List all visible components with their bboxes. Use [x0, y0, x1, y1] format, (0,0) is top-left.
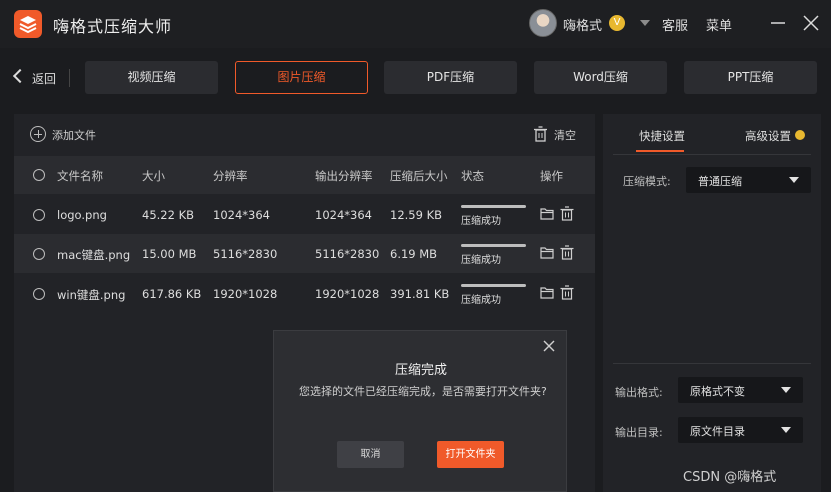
delete-icon[interactable] [560, 245, 574, 260]
watermark: CSDN @嗨格式 [683, 470, 777, 485]
avatar[interactable] [529, 9, 557, 37]
table-row[interactable]: logo.png 45.22 KB 1024*364 1024*364 12.5… [14, 195, 595, 234]
table-row[interactable]: win键盘.png 617.86 KB 1920*1028 1920*1028 … [14, 274, 595, 313]
row-radio[interactable] [33, 209, 45, 221]
file-name: win键盘.png [57, 288, 126, 302]
menu-link[interactable]: 菜单 [706, 15, 732, 34]
folder-icon[interactable] [540, 207, 554, 220]
app-title: 嗨格式压缩大师 [53, 17, 173, 36]
trash-icon [534, 126, 547, 142]
file-out-size: 391.81 KB [390, 287, 450, 301]
table-row[interactable]: mac键盘.png 15.00 MB 5116*2830 5116*2830 6… [14, 234, 595, 273]
dialog-message: 您选择的文件已经压缩完成，是否需要打开文件夹? [299, 385, 547, 398]
status-text: 压缩成功 [461, 216, 501, 227]
file-out-size: 12.59 KB [390, 208, 443, 222]
tab-quick-settings[interactable]: 快捷设置 [639, 128, 685, 144]
add-file-label: 添加文件 [52, 129, 96, 142]
file-size: 15.00 MB [142, 247, 197, 261]
cancel-button[interactable]: 取消 [337, 441, 404, 468]
file-name: logo.png [57, 208, 107, 222]
mode-label: 压缩模式: [623, 175, 671, 188]
row-radio[interactable] [33, 288, 45, 300]
close-icon[interactable] [800, 12, 822, 34]
file-out-resolution: 5116*2830 [315, 247, 380, 261]
col-resolution: 分辨率 [213, 169, 248, 183]
col-status: 状态 [461, 169, 484, 183]
col-name: 文件名称 [57, 169, 103, 183]
output-dir-select[interactable]: 原文件目录 [678, 417, 803, 443]
file-out-resolution: 1920*1028 [315, 287, 380, 301]
chevron-down-icon [781, 427, 791, 433]
close-icon[interactable] [542, 339, 556, 353]
file-resolution: 5116*2830 [213, 247, 278, 261]
username[interactable]: 嗨格式 [563, 15, 602, 34]
file-size: 617.86 KB [142, 287, 202, 301]
minimize-icon[interactable] [767, 12, 789, 34]
vip-dot-icon [795, 130, 805, 140]
nav-bar: 返回 视频压缩 图片压缩 PDF压缩 Word压缩 PPT压缩 [0, 52, 831, 104]
file-out-size: 6.19 MB [390, 247, 438, 261]
chevron-down-icon [781, 387, 791, 393]
file-resolution: 1024*364 [213, 208, 270, 222]
output-format-select[interactable]: 原格式不变 [678, 377, 803, 403]
tab-ppt[interactable]: PPT压缩 [684, 61, 817, 94]
delete-icon[interactable] [560, 285, 574, 300]
add-circle-icon [30, 126, 46, 142]
col-actions: 操作 [540, 169, 563, 183]
title-bar: 嗨格式压缩大师 嗨格式 V 客服 菜单 [0, 0, 831, 48]
delete-icon[interactable] [560, 206, 574, 221]
dir-label: 输出目录: [615, 426, 663, 439]
tab-advanced-settings[interactable]: 高级设置 [745, 128, 791, 144]
status-progress-bar [461, 205, 526, 208]
open-folder-button[interactable]: 打开文件夹 [437, 441, 504, 468]
format-label: 输出格式: [615, 386, 663, 399]
output-dir-value: 原文件目录 [690, 425, 745, 438]
tab-image[interactable]: 图片压缩 [235, 61, 368, 94]
col-out-size: 压缩后大小 [390, 169, 448, 183]
row-radio[interactable] [33, 248, 45, 260]
file-toolbar: 添加文件 清空 [14, 114, 595, 154]
nav-divider [69, 69, 70, 87]
back-label: 返回 [32, 72, 57, 86]
status-text: 压缩成功 [461, 255, 501, 266]
compress-mode-select[interactable]: 普通压缩 [686, 167, 811, 193]
service-link[interactable]: 客服 [662, 15, 688, 34]
tab-video[interactable]: 视频压缩 [85, 61, 218, 94]
tab-pdf[interactable]: PDF压缩 [384, 61, 517, 94]
folder-icon[interactable] [540, 286, 554, 299]
file-name: mac键盘.png [57, 248, 131, 262]
select-all-radio[interactable] [33, 169, 45, 181]
settings-panel: 快捷设置 高级设置 压缩模式: 普通压缩 输出格式: 原格式不变 输出目录: 原… [603, 114, 821, 492]
file-size: 45.22 KB [142, 208, 195, 222]
clear-label: 清空 [554, 129, 576, 142]
status-text: 压缩成功 [461, 295, 501, 306]
folder-icon[interactable] [540, 246, 554, 259]
status-progress-bar [461, 244, 526, 247]
chevron-down-icon [789, 177, 799, 183]
table-header: 文件名称 大小 分辨率 输出分辨率 压缩后大小 状态 操作 [14, 156, 595, 194]
settings-divider [613, 363, 811, 364]
output-format-value: 原格式不变 [690, 385, 745, 398]
active-tab-indicator [636, 150, 684, 152]
compress-mode-value: 普通压缩 [698, 175, 742, 188]
tab-word[interactable]: Word压缩 [534, 61, 667, 94]
file-out-resolution: 1024*364 [315, 208, 372, 222]
dialog-title: 压缩完成 [394, 363, 447, 378]
vip-badge-icon: V [609, 15, 625, 31]
col-size: 大小 [142, 169, 165, 183]
settings-divider [613, 154, 811, 155]
file-resolution: 1920*1028 [213, 287, 278, 301]
chevron-left-icon [12, 68, 28, 84]
col-out-resolution: 输出分辨率 [315, 169, 373, 183]
completion-dialog: 压缩完成 您选择的文件已经压缩完成，是否需要打开文件夹? 取消 打开文件夹 [273, 330, 567, 492]
user-dropdown-icon[interactable] [640, 20, 650, 26]
status-progress-bar [461, 284, 526, 287]
app-logo [14, 10, 42, 38]
